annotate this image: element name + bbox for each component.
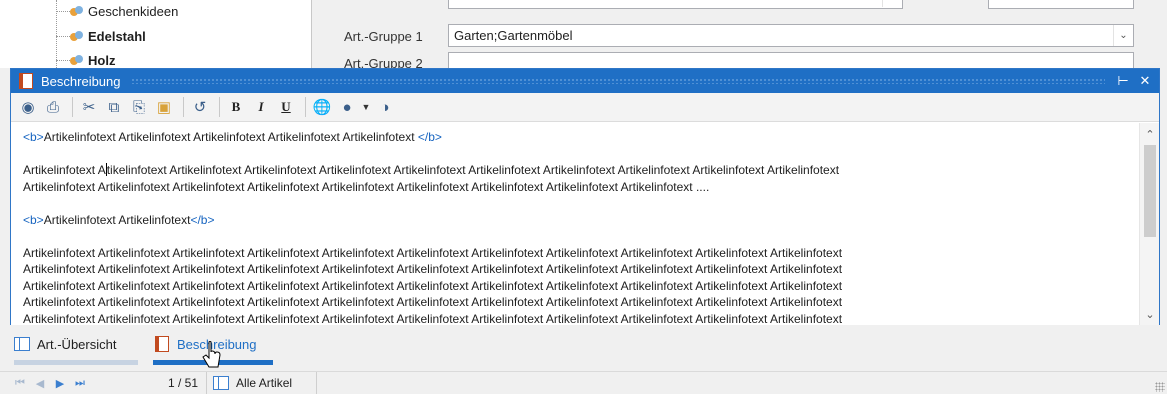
- chevron-down-icon[interactable]: [882, 0, 902, 7]
- editor-line: Artikelinfotext Artikelinfotext Artikeli…: [23, 311, 843, 326]
- tab-label: Art.-Übersicht: [37, 336, 117, 352]
- underline-button[interactable]: U: [275, 96, 297, 118]
- paste-icon[interactable]: ⎘: [128, 96, 150, 118]
- tree-item-label: Holz: [88, 52, 116, 68]
- field-above-right[interactable]: [988, 0, 1134, 9]
- dock-title: Beschreibung: [41, 73, 121, 89]
- view-tabs: Art.-Übersicht Beschreibung: [0, 326, 1167, 366]
- html-tag: </b>: [190, 212, 215, 227]
- category-icon: [70, 30, 84, 42]
- next-record-icon[interactable]: ▶: [50, 377, 70, 390]
- scrollbar-thumb[interactable]: [1144, 145, 1156, 237]
- status-bar: ⏮ ◀ ▶ ⏭ 1 / 51 Alle Artikel: [0, 371, 1167, 394]
- tab-underline: [14, 360, 138, 365]
- category-icon: [70, 5, 84, 17]
- html-tag: <b>: [23, 130, 44, 144]
- resize-grip[interactable]: [1155, 382, 1165, 392]
- close-icon[interactable]: ✕: [1137, 73, 1153, 89]
- top-form-area: Geschenkideen Edelstahl Holz Art.-Gruppe…: [0, 0, 1167, 75]
- description-dock-window: Beschreibung ⊢ ✕ ◉ ⎙ ✂ ⧉ ⎘ ▣ ↺ B I U 🌐 ●…: [10, 68, 1160, 325]
- first-record-icon[interactable]: ⏮: [10, 377, 30, 390]
- record-position: 1 / 51: [168, 376, 199, 390]
- group1-select[interactable]: Garten;Gartenmöbel ⌄: [448, 24, 1134, 47]
- copy-icon[interactable]: ⧉: [103, 96, 125, 118]
- document-icon: [19, 73, 33, 89]
- web-link-icon[interactable]: ●: [336, 96, 358, 118]
- chevron-up-icon[interactable]: ⌃: [1140, 125, 1160, 143]
- undo-icon[interactable]: ↺: [189, 96, 211, 118]
- editor-line: <b>Artikelinfotext Artikelinfotext</b>: [23, 212, 215, 227]
- editor-toolbar: ◉ ⎙ ✂ ⧉ ⎘ ▣ ↺ B I U 🌐 ● ▼ ◑: [11, 93, 1159, 122]
- tree-item-label: Edelstahl: [88, 28, 146, 44]
- bold-button[interactable]: B: [225, 96, 247, 118]
- previous-record-icon[interactable]: ◀: [30, 377, 50, 390]
- document-icon: [155, 336, 169, 352]
- chevron-down-icon[interactable]: ⌄: [1140, 305, 1160, 323]
- editor-line: Artikelinfotext Artikelinfotext Artikeli…: [23, 278, 843, 293]
- tab-article-overview[interactable]: Art.-Übersicht: [14, 330, 116, 358]
- print-icon[interactable]: ⎙: [42, 96, 64, 118]
- filter-selector[interactable]: Alle Artikel: [213, 376, 292, 390]
- category-icon: [70, 54, 84, 66]
- editor-line: Artikelinfotext Artikelinfotext Artikeli…: [23, 245, 843, 260]
- tree-item-geschenkideen[interactable]: Geschenkideen: [56, 2, 178, 20]
- dock-titlebar[interactable]: Beschreibung ⊢ ✕: [11, 69, 1159, 93]
- chevron-down-icon[interactable]: ▼: [361, 96, 371, 118]
- web-refresh-icon[interactable]: ◑: [374, 96, 396, 118]
- grid-icon: [14, 337, 30, 351]
- category-tree: Geschenkideen Edelstahl Holz: [0, 0, 312, 68]
- html-tag: <b>: [23, 212, 44, 227]
- description-editor[interactable]: <b> Artikelinfotext Artikelinfotext Artik…: [11, 123, 1139, 325]
- paste-special-icon[interactable]: ▣: [153, 96, 175, 118]
- article-form: Art.-Gruppe 1 Garten;Gartenmöbel ⌄ Art.-…: [318, 0, 1167, 75]
- tree-item-label: Geschenkideen: [88, 3, 179, 19]
- preview-icon[interactable]: ◉: [17, 96, 39, 118]
- editor-line: Artikelinfotext Artikelinfotext Artikeli…: [23, 295, 843, 309]
- grid-icon: [213, 376, 230, 390]
- editor-line: <b>Artikelinfotext Artikelinfotext Artik…: [23, 130, 442, 144]
- html-tag: </b>: [417, 130, 442, 144]
- editor-line: Artikelinfotext Artikelinfotext Artikeli…: [23, 262, 843, 276]
- group1-label: Art.-Gruppe 1: [344, 29, 423, 44]
- chevron-down-icon[interactable]: ⌄: [1113, 25, 1133, 46]
- filter-label: Alle Artikel: [236, 376, 293, 390]
- tree-item-edelstahl[interactable]: Edelstahl: [56, 27, 146, 45]
- italic-button[interactable]: I: [250, 96, 272, 118]
- editor-line: Artikelinfotext Atikelinfotext Artikelin…: [23, 163, 840, 177]
- mouse-cursor-icon: [202, 341, 221, 368]
- pin-icon[interactable]: ⊢: [1115, 73, 1131, 89]
- group1-value: Garten;Gartenmöbel: [454, 28, 573, 43]
- titlebar-grip: [130, 78, 1105, 84]
- globe-icon[interactable]: 🌐: [311, 96, 333, 118]
- cut-icon[interactable]: ✂: [78, 96, 100, 118]
- editor-scrollbar[interactable]: ⌃ ⌄: [1139, 123, 1159, 325]
- tree-item-holz[interactable]: Holz: [56, 51, 115, 68]
- field-above[interactable]: [448, 0, 903, 9]
- editor-line: Artikelinfotext Artikelinfotext Artikeli…: [23, 179, 710, 194]
- last-record-icon[interactable]: ⏭: [70, 377, 90, 390]
